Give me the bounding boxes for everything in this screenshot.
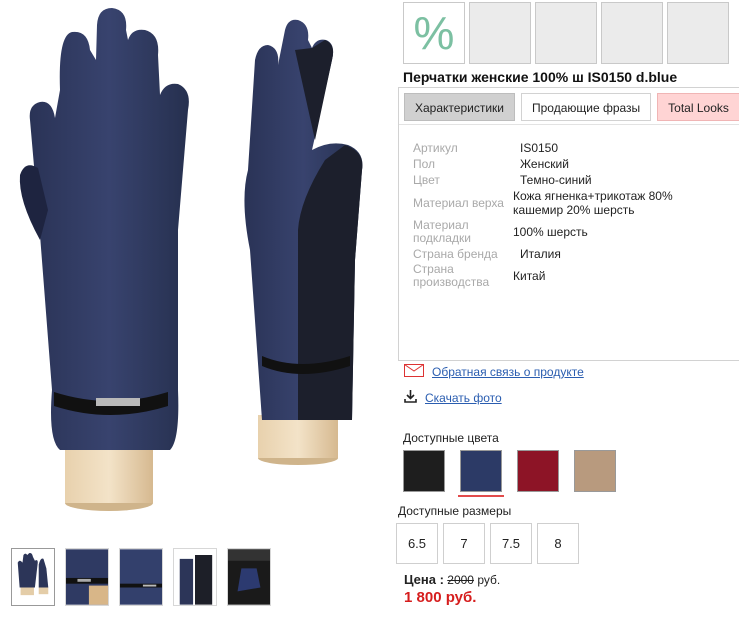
thumbnail-strip [11, 548, 271, 606]
product-main-image[interactable] [0, 0, 392, 530]
spec-row: Цвет Темно-синий [413, 173, 733, 187]
spec-label: Цвет [413, 172, 440, 187]
discount-tile[interactable]: % [403, 2, 465, 64]
size-option[interactable]: 8 [537, 523, 579, 564]
size-options: 6.5 7 7.5 8 [396, 523, 579, 564]
color-swatches [403, 450, 616, 497]
tile-5[interactable] [667, 2, 729, 64]
color-swatch-bordeaux[interactable] [517, 450, 559, 492]
spec-value: Кожа ягненка+трикотаж 80% кашемир 20% ше… [513, 189, 673, 217]
thumbnail-4[interactable] [173, 548, 217, 606]
spec-value: Женский [520, 157, 569, 171]
spec-value: Италия [520, 247, 561, 261]
envelope-icon [404, 364, 424, 380]
size-option[interactable]: 7.5 [490, 523, 532, 564]
spec-row: Страна производства Китай [413, 263, 733, 289]
top-tiles: % [403, 2, 729, 64]
specs-list: Артикул IS0150 Пол Женский Цвет Темно-си… [413, 141, 733, 291]
color-swatch-black[interactable] [403, 450, 445, 492]
colors-label: Доступные цвета [403, 431, 499, 445]
new-price: 1 800 руб. [404, 589, 477, 606]
percent-icon: % [413, 7, 455, 59]
spec-label: Материал подкладки [413, 218, 471, 245]
size-option[interactable]: 7 [443, 523, 485, 564]
spec-value: IS0150 [520, 141, 559, 155]
feedback-link[interactable]: Обратная связь о продукте [432, 365, 584, 379]
sizes-label: Доступные размеры [398, 504, 512, 518]
selected-color-indicator [458, 495, 504, 497]
tile-3[interactable] [535, 2, 597, 64]
color-swatch-dark-blue[interactable] [460, 450, 502, 492]
tile-2[interactable] [469, 2, 531, 64]
thumbnail-3[interactable] [119, 548, 163, 606]
tile-4[interactable] [601, 2, 663, 64]
size-option[interactable]: 6.5 [396, 523, 438, 564]
spec-label: Материал верха [413, 195, 504, 210]
download-icon [404, 390, 417, 406]
tab-characteristics[interactable]: Характеристики [404, 93, 515, 121]
old-price-currency: руб. [477, 573, 501, 587]
spec-value: Китай [513, 269, 546, 283]
download-photo-link[interactable]: Скачать фото [425, 391, 502, 405]
spec-label: Пол [413, 156, 436, 171]
feedback-link-row[interactable]: Обратная связь о продукте [404, 364, 584, 380]
spec-row: Материал верха Кожа ягненка+трикотаж 80%… [413, 189, 733, 217]
spec-value: 100% шерсть [513, 225, 588, 239]
price-row: Цена : 2000 руб. [404, 572, 500, 587]
spec-row: Страна бренда Италия [413, 247, 733, 261]
price-label: Цена : [404, 572, 444, 587]
old-price: 2000 [447, 573, 474, 587]
spec-row: Пол Женский [413, 157, 733, 171]
spec-row: Артикул IS0150 [413, 141, 733, 155]
spec-label: Артикул [413, 140, 458, 155]
product-title: Перчатки женские 100% ш IS0150 d.blue [403, 69, 678, 85]
tab-selling-phrases[interactable]: Продающие фразы [520, 93, 652, 121]
thumbnail-2[interactable] [65, 548, 109, 606]
tab-divider [399, 124, 739, 125]
product-info-panel: Характеристики Продающие фразы Total Loo… [398, 87, 739, 361]
thumbnail-1[interactable] [11, 548, 55, 606]
spec-row: Материал подкладки 100% шерсть [413, 219, 733, 245]
tab-bar: Характеристики Продающие фразы Total Loo… [404, 93, 739, 121]
spec-label: Страна бренда [413, 246, 498, 261]
spec-label: Страна производства [413, 262, 490, 289]
download-link-row[interactable]: Скачать фото [404, 390, 502, 406]
color-swatch-beige[interactable] [574, 450, 616, 492]
thumbnail-5[interactable] [227, 548, 271, 606]
tab-total-looks[interactable]: Total Looks [657, 93, 739, 121]
spec-value: Темно-синий [520, 173, 592, 187]
